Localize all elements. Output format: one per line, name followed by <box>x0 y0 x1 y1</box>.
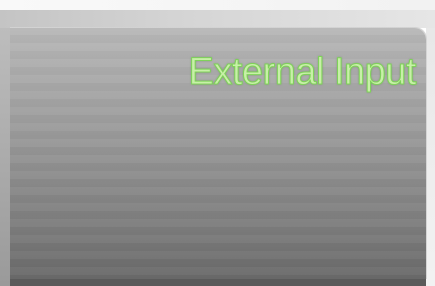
input-panel: External Input <box>10 27 426 279</box>
top-bar-highlight <box>0 0 435 10</box>
input-source-title: External Input <box>188 51 417 93</box>
panel-bottom-edge <box>10 279 426 286</box>
top-bar <box>0 0 435 28</box>
external-input-screen: External Input <box>0 0 435 286</box>
left-gutter <box>0 28 10 286</box>
right-gutter <box>426 28 435 286</box>
